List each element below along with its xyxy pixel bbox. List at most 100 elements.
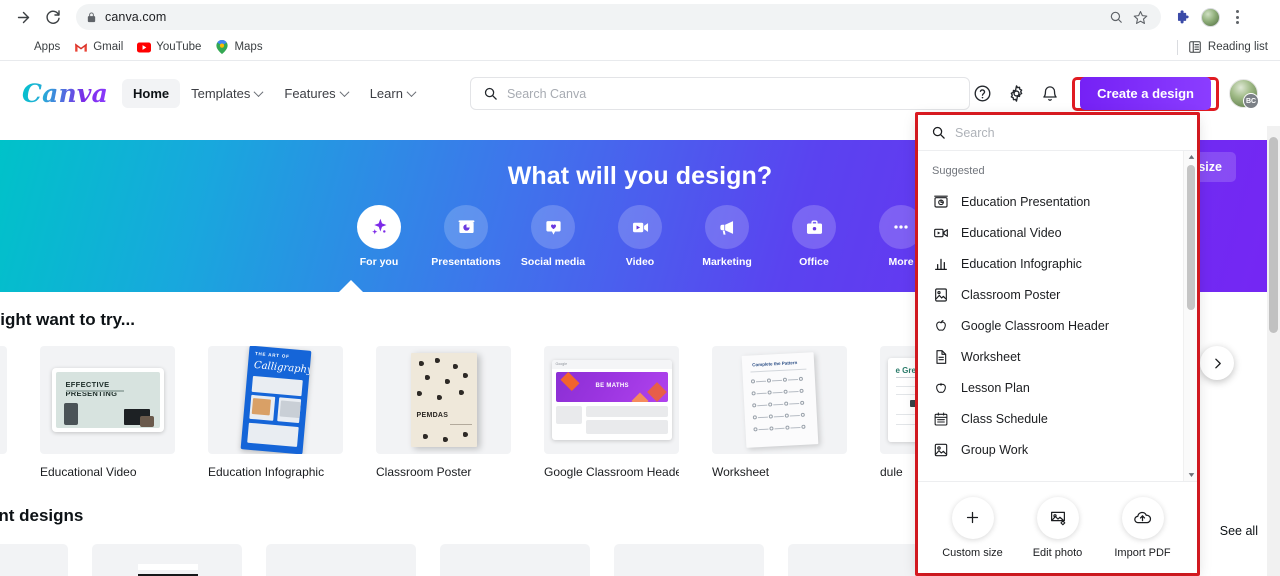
maps-pin-icon xyxy=(215,40,229,54)
hero-cat-label: More xyxy=(888,256,914,268)
reload-button[interactable] xyxy=(40,4,66,30)
nav-label: Templates xyxy=(191,86,251,101)
nav-learn[interactable]: Learn xyxy=(359,79,426,108)
browser-toolbar: canva.com xyxy=(0,0,1280,34)
dropdown-item-classroom-poster[interactable]: Classroom Poster xyxy=(918,279,1197,310)
hero-cat-marketing[interactable]: Marketing xyxy=(699,205,755,268)
dropdown-item-label: Class Schedule xyxy=(961,411,1048,426)
template-card[interactable]: Google BE MATHS Google Classroom Header xyxy=(544,346,679,479)
forward-button[interactable] xyxy=(10,4,36,30)
carousel-next-button[interactable] xyxy=(1200,346,1234,380)
hero-cat-label: Social media xyxy=(520,256,586,268)
address-bar[interactable]: canva.com xyxy=(76,4,1161,30)
dropdown-item-lesson-plan[interactable]: Lesson Plan xyxy=(918,372,1197,403)
dropdown-scrollbar-thumb[interactable] xyxy=(1187,165,1195,310)
template-card-label: Worksheet xyxy=(712,465,770,479)
template-thumbnail: EFFECTIVE PRESENTING xyxy=(40,346,175,454)
hero-cat-label: Marketing xyxy=(702,256,752,268)
youtube-icon xyxy=(137,40,152,54)
nav-templates[interactable]: Templates xyxy=(180,79,273,108)
gmail-icon xyxy=(74,40,88,54)
recent-design-card[interactable] xyxy=(92,544,242,576)
hero-cat-label: Presentations xyxy=(431,256,501,268)
bookmark-gmail[interactable]: Gmail xyxy=(67,38,130,56)
hero-cat-for-you[interactable]: For you xyxy=(351,205,407,268)
dropdown-item-group-work[interactable]: Group Work xyxy=(918,434,1197,465)
bookmark-apps[interactable]: Apps xyxy=(8,38,67,56)
document-icon xyxy=(932,348,949,365)
hero-cat-video[interactable]: Video xyxy=(612,205,668,268)
bell-icon[interactable] xyxy=(1038,82,1062,106)
dropdown-search-placeholder: Search xyxy=(955,125,995,140)
search-zoom-icon[interactable] xyxy=(1105,6,1127,28)
template-card[interactable]: EFFECTIVE PRESENTING Educational Video xyxy=(40,346,175,479)
edit-photo-icon xyxy=(1036,496,1079,539)
sparkle-icon xyxy=(357,205,401,249)
recent-design-card[interactable] xyxy=(440,544,590,576)
page-scrollbar[interactable] xyxy=(1267,61,1280,576)
bookmark-label: YouTube xyxy=(156,41,202,53)
caret-down-icon[interactable] xyxy=(1184,468,1197,481)
plus-icon xyxy=(951,496,994,539)
template-card-label: Education Infographic xyxy=(208,465,325,479)
template-card[interactable]: ClassroomRules cation Presentation xyxy=(0,346,7,479)
dropdown-item-label: Group Work xyxy=(961,442,1029,457)
dropdown-item-label: Education Infographic xyxy=(961,256,1082,271)
dropdown-item-google-classroom-header[interactable]: Google Classroom Header xyxy=(918,310,1197,341)
chrome-profile-avatar[interactable] xyxy=(1201,7,1220,27)
dropdown-search-input[interactable]: Search xyxy=(918,115,1197,151)
edit-photo-button[interactable]: Edit photo xyxy=(1022,496,1094,559)
avatar[interactable]: BC xyxy=(1229,79,1259,109)
nav-home[interactable]: Home xyxy=(122,79,181,108)
canva-logo[interactable]: Canva xyxy=(22,79,108,108)
help-circle-icon[interactable] xyxy=(970,82,994,106)
kebab-menu-icon[interactable] xyxy=(1228,10,1246,24)
chevron-down-icon xyxy=(339,87,350,98)
dropdown-item-worksheet[interactable]: Worksheet xyxy=(918,341,1197,372)
recent-design-card[interactable] xyxy=(266,544,416,576)
bookmark-maps[interactable]: Maps xyxy=(208,38,269,56)
create-design-highlight: Create a design xyxy=(1072,76,1219,111)
thumb-art-worksheet: Complete the Pattern xyxy=(741,352,818,448)
template-card[interactable]: THE ART OF Calligraphy Education Infogra… xyxy=(208,346,343,479)
dropdown-item-class-schedule[interactable]: Class Schedule xyxy=(918,403,1197,434)
nav-label: Learn xyxy=(369,86,403,101)
nav-features[interactable]: Features xyxy=(273,79,358,108)
gear-icon[interactable] xyxy=(1004,82,1028,106)
video-play-icon xyxy=(618,205,662,249)
hero-cat-presentations[interactable]: Presentations xyxy=(431,205,501,268)
canva-header-actions: Create a design BC xyxy=(970,76,1259,111)
import-pdf-label: Import PDF xyxy=(1114,546,1171,559)
canva-search-input[interactable]: Search Canva xyxy=(469,77,971,110)
puzzle-piece-icon[interactable] xyxy=(1173,7,1193,27)
dropdown-suggestions-list: Suggested Education Presentation Educati… xyxy=(918,151,1197,481)
dropdown-item-education-presentation[interactable]: Education Presentation xyxy=(918,186,1197,217)
caret-up-icon[interactable] xyxy=(1184,151,1197,164)
template-card-label: Educational Video xyxy=(40,465,137,479)
template-card[interactable]: PEMDAS Classroom Poster xyxy=(376,346,511,479)
cloud-upload-icon xyxy=(1121,496,1164,539)
see-all-link[interactable]: See all xyxy=(1220,524,1258,538)
dropdown-item-label: Google Classroom Header xyxy=(961,318,1109,333)
template-card[interactable]: Complete the Pattern Worksheet xyxy=(712,346,847,479)
dropdown-item-label: Educational Video xyxy=(961,225,1062,240)
create-a-design-button[interactable]: Create a design xyxy=(1080,76,1211,110)
import-pdf-button[interactable]: Import PDF xyxy=(1107,496,1179,559)
bookmarks-bar: Apps Gmail YouTube Maps Reading list xyxy=(0,34,1280,61)
hero-cat-social-media[interactable]: Social media xyxy=(521,205,585,268)
template-thumbnail: ClassroomRules xyxy=(0,346,7,454)
star-icon[interactable] xyxy=(1129,6,1151,28)
bookmark-youtube[interactable]: YouTube xyxy=(130,38,208,56)
dropdown-item-education-infographic[interactable]: Education Infographic xyxy=(918,248,1197,279)
hero-cat-office[interactable]: Office xyxy=(786,205,842,268)
custom-size-button[interactable]: Custom size xyxy=(937,496,1009,559)
dropdown-scrollbar[interactable] xyxy=(1183,151,1197,481)
recent-design-card[interactable] xyxy=(0,544,68,576)
dropdown-item-educational-video[interactable]: Educational Video xyxy=(918,217,1197,248)
page-scrollbar-thumb[interactable] xyxy=(1269,137,1278,333)
reading-list-label[interactable]: Reading list xyxy=(1208,41,1268,53)
recent-design-card[interactable] xyxy=(614,544,764,576)
dropdown-item-label: Worksheet xyxy=(961,349,1021,364)
avatar-initials: BC xyxy=(1243,93,1259,109)
custom-size-label: Custom size xyxy=(942,546,1003,559)
